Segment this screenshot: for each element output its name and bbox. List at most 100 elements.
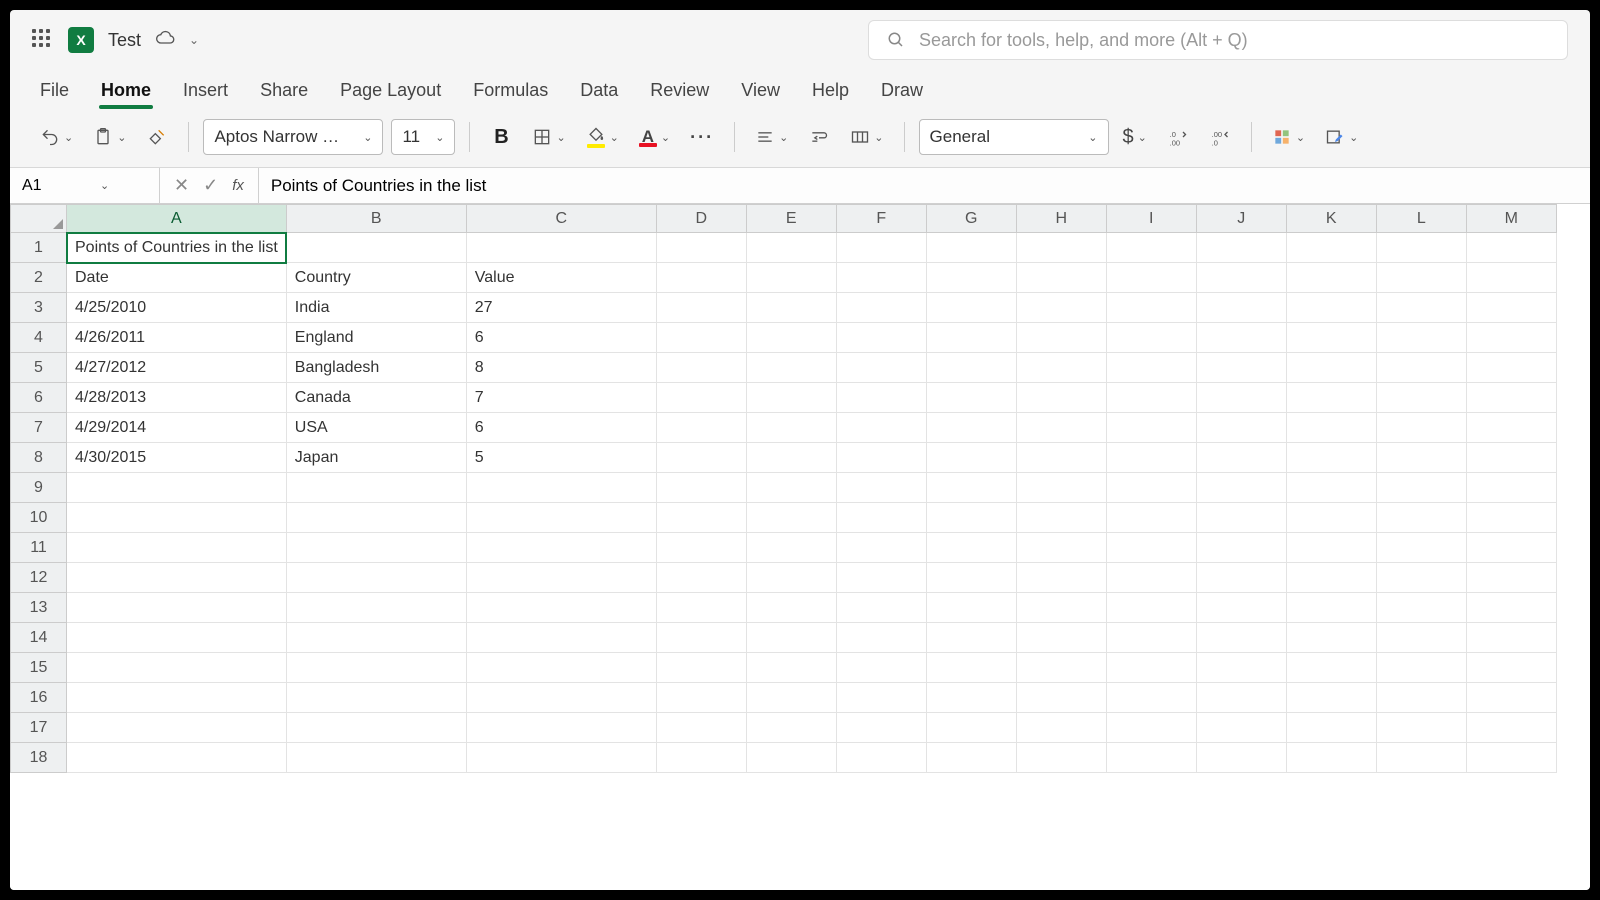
row-header-6[interactable]: 6 [11, 383, 67, 413]
cell-M16[interactable] [1466, 683, 1556, 713]
cell-F6[interactable] [836, 383, 926, 413]
align-button[interactable]: ⌄ [749, 119, 794, 155]
font-name-dropdown[interactable]: Aptos Narrow …⌄ [203, 119, 383, 155]
cell-A12[interactable] [67, 563, 287, 593]
cell-C11[interactable] [466, 533, 656, 563]
cell-E11[interactable] [746, 533, 836, 563]
cell-G12[interactable] [926, 563, 1016, 593]
cell-M6[interactable] [1466, 383, 1556, 413]
cell-H4[interactable] [1016, 323, 1106, 353]
cell-B13[interactable] [286, 593, 466, 623]
cell-E17[interactable] [746, 713, 836, 743]
cell-H2[interactable] [1016, 263, 1106, 293]
cell-F16[interactable] [836, 683, 926, 713]
number-format-dropdown[interactable]: General⌄ [919, 119, 1109, 155]
cell-G2[interactable] [926, 263, 1016, 293]
row-header-13[interactable]: 13 [11, 593, 67, 623]
cell-F10[interactable] [836, 503, 926, 533]
column-header-J[interactable]: J [1196, 205, 1286, 233]
cell-I15[interactable] [1106, 653, 1196, 683]
cell-I9[interactable] [1106, 473, 1196, 503]
cell-L3[interactable] [1376, 293, 1466, 323]
cell-H1[interactable] [1016, 233, 1106, 263]
tab-file[interactable]: File [38, 74, 71, 111]
cell-A15[interactable] [67, 653, 287, 683]
cell-K5[interactable] [1286, 353, 1376, 383]
row-header-14[interactable]: 14 [11, 623, 67, 653]
cell-B6[interactable]: Canada [286, 383, 466, 413]
cell-H10[interactable] [1016, 503, 1106, 533]
cell-B10[interactable] [286, 503, 466, 533]
cell-B4[interactable]: England [286, 323, 466, 353]
format-painter-button[interactable] [140, 119, 174, 155]
cell-G8[interactable] [926, 443, 1016, 473]
cell-M1[interactable] [1466, 233, 1556, 263]
cell-E13[interactable] [746, 593, 836, 623]
cell-A10[interactable] [67, 503, 287, 533]
cell-I4[interactable] [1106, 323, 1196, 353]
cell-M17[interactable] [1466, 713, 1556, 743]
cell-H3[interactable] [1016, 293, 1106, 323]
cell-H13[interactable] [1016, 593, 1106, 623]
cell-J13[interactable] [1196, 593, 1286, 623]
cell-I12[interactable] [1106, 563, 1196, 593]
cell-H11[interactable] [1016, 533, 1106, 563]
column-header-H[interactable]: H [1016, 205, 1106, 233]
cell-E16[interactable] [746, 683, 836, 713]
cell-M4[interactable] [1466, 323, 1556, 353]
cell-B12[interactable] [286, 563, 466, 593]
cell-B17[interactable] [286, 713, 466, 743]
cell-I10[interactable] [1106, 503, 1196, 533]
column-header-D[interactable]: D [656, 205, 746, 233]
fx-icon[interactable]: fx [232, 177, 244, 194]
cell-M18[interactable] [1466, 743, 1556, 773]
name-box[interactable]: ⌄ [10, 168, 160, 203]
cell-D8[interactable] [656, 443, 746, 473]
cell-J2[interactable] [1196, 263, 1286, 293]
cell-M5[interactable] [1466, 353, 1556, 383]
cell-M9[interactable] [1466, 473, 1556, 503]
column-header-I[interactable]: I [1106, 205, 1196, 233]
row-header-10[interactable]: 10 [11, 503, 67, 533]
cell-J16[interactable] [1196, 683, 1286, 713]
cell-E9[interactable] [746, 473, 836, 503]
cell-C17[interactable] [466, 713, 656, 743]
tab-draw[interactable]: Draw [879, 74, 925, 111]
cell-L2[interactable] [1376, 263, 1466, 293]
cell-J6[interactable] [1196, 383, 1286, 413]
column-header-K[interactable]: K [1286, 205, 1376, 233]
tab-page-layout[interactable]: Page Layout [338, 74, 443, 111]
cell-L10[interactable] [1376, 503, 1466, 533]
font-color-button[interactable]: A⌄ [633, 119, 676, 155]
cell-C14[interactable] [466, 623, 656, 653]
cell-F9[interactable] [836, 473, 926, 503]
row-header-2[interactable]: 2 [11, 263, 67, 293]
cell-G7[interactable] [926, 413, 1016, 443]
decrease-decimal-button[interactable]: .00.0 [1203, 119, 1237, 155]
cell-L16[interactable] [1376, 683, 1466, 713]
cell-M10[interactable] [1466, 503, 1556, 533]
row-header-11[interactable]: 11 [11, 533, 67, 563]
cell-J17[interactable] [1196, 713, 1286, 743]
row-header-7[interactable]: 7 [11, 413, 67, 443]
cell-A2[interactable]: Date [67, 263, 287, 293]
cell-G13[interactable] [926, 593, 1016, 623]
tab-insert[interactable]: Insert [181, 74, 230, 111]
cell-I11[interactable] [1106, 533, 1196, 563]
cell-H7[interactable] [1016, 413, 1106, 443]
cell-B3[interactable]: India [286, 293, 466, 323]
document-name[interactable]: Test [108, 30, 141, 51]
cell-F13[interactable] [836, 593, 926, 623]
cell-D1[interactable] [656, 233, 746, 263]
cell-D5[interactable] [656, 353, 746, 383]
cell-H5[interactable] [1016, 353, 1106, 383]
cell-J9[interactable] [1196, 473, 1286, 503]
cell-F3[interactable] [836, 293, 926, 323]
row-header-1[interactable]: 1 [11, 233, 67, 263]
row-header-18[interactable]: 18 [11, 743, 67, 773]
cell-B11[interactable] [286, 533, 466, 563]
row-header-12[interactable]: 12 [11, 563, 67, 593]
cell-J10[interactable] [1196, 503, 1286, 533]
cell-C1[interactable] [466, 233, 656, 263]
cell-H18[interactable] [1016, 743, 1106, 773]
